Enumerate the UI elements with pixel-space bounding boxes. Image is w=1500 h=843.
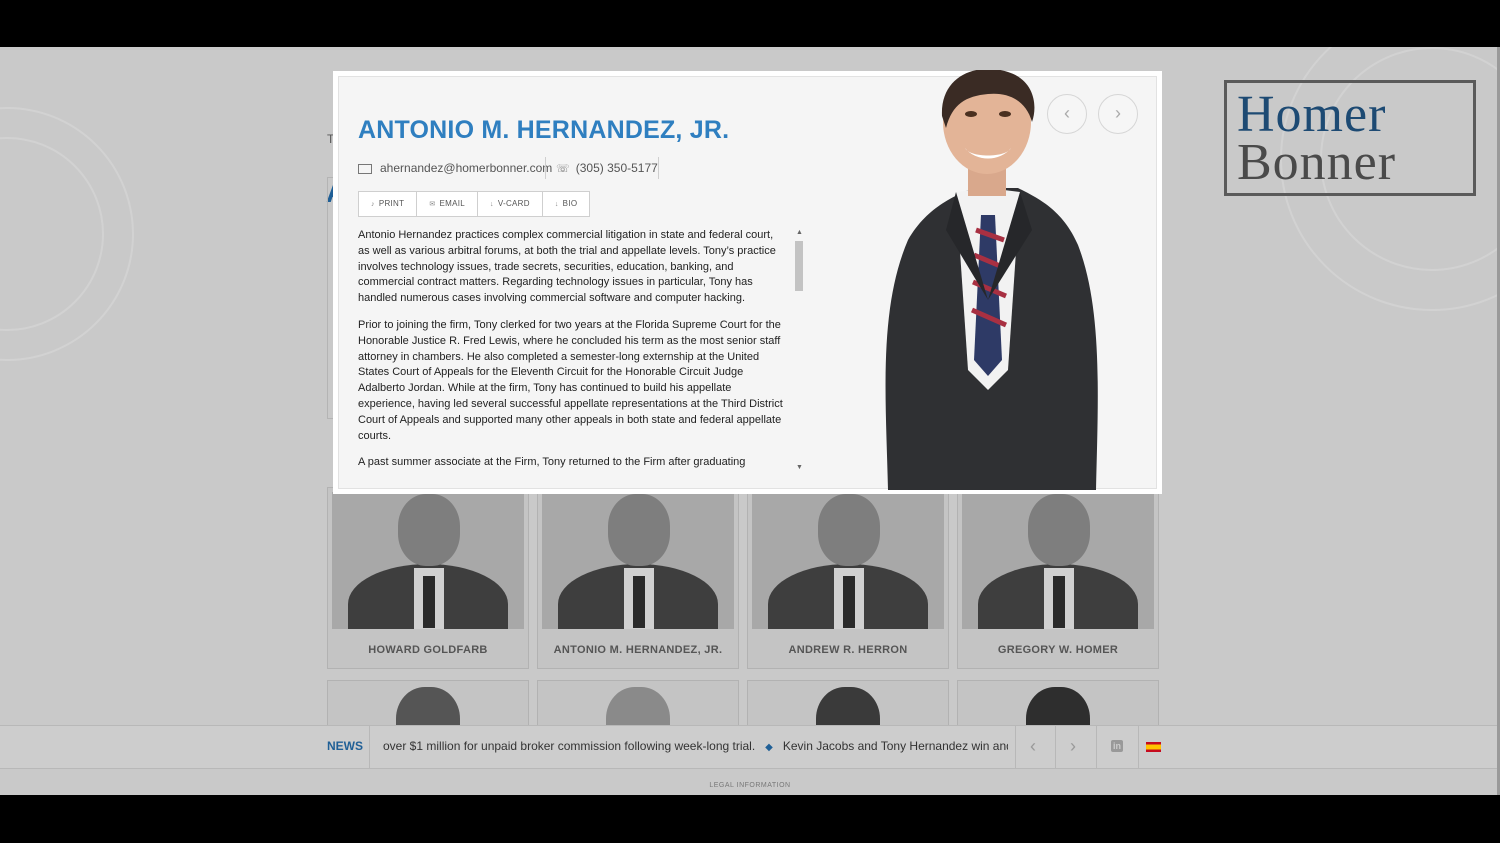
divider (1055, 726, 1056, 768)
logo-word-bonner: Bonner (1237, 134, 1397, 191)
attorney-name: GREGORY W. HOMER (997, 644, 1119, 656)
next-attorney-button[interactable]: › (1098, 94, 1138, 134)
attorney-photo (752, 492, 944, 629)
attorney-name: HOWARD GOLDFARB (368, 644, 488, 656)
email-address[interactable]: ahernandez@homerbonner.com (380, 161, 552, 175)
print-icon: ♪ (371, 201, 375, 208)
attorney-photo (542, 492, 734, 629)
news-label: NEWS (327, 739, 363, 753)
email-icon: ✉ (429, 201, 436, 208)
attorney-name: ANDREW R. HERRON (788, 644, 908, 656)
divider (658, 157, 659, 179)
news-items[interactable]: over $1 million for unpaid broker commis… (383, 739, 1008, 753)
bio-scrollbar[interactable]: ▲ ▼ (794, 229, 804, 471)
bio-paragraph: A past summer associate at the Firm, Ton… (358, 456, 746, 469)
attorney-name-title: ANTONIO M. HERNANDEZ, JR. (358, 116, 730, 144)
phone-number[interactable]: (305) 350-5177 (576, 161, 658, 175)
news-ticker: NEWS over $1 million for unpaid broker c… (0, 725, 1500, 769)
vcard-button[interactable]: ↓ V-CARD (478, 192, 543, 216)
prev-attorney-button[interactable]: ‹ (1047, 94, 1087, 134)
scroll-up-icon[interactable]: ▲ (796, 229, 803, 236)
legal-information-link[interactable]: LEGAL INFORMATION (0, 782, 1500, 789)
bio-paragraph: Prior to joining the firm, Tony clerked … (358, 318, 783, 442)
bio-label: BIO (562, 199, 578, 208)
phone-icon: ☏ (556, 163, 570, 175)
bio-icon: ↓ (554, 201, 559, 208)
email-button[interactable]: ✉ EMAIL (417, 192, 478, 216)
divider (545, 157, 546, 179)
attorney-photo (332, 492, 524, 629)
scroll-thumb[interactable] (795, 241, 803, 291)
vcard-label: V-CARD (497, 199, 530, 208)
divider (1138, 726, 1139, 768)
envelope-icon (358, 163, 372, 174)
chevron-left-icon[interactable]: ‹ (1030, 736, 1036, 757)
vcard-icon: ↓ (490, 201, 494, 208)
homer-bonner-logo[interactable]: Homer Bonner (1224, 80, 1476, 196)
bio-paragraph: Antonio Hernandez practices complex comm… (358, 229, 776, 305)
divider (369, 726, 370, 768)
action-toolbar: ♪ PRINT ✉ EMAIL ↓ V-CARD ↓ BIO (358, 191, 591, 217)
attorney-portrait (848, 70, 1128, 490)
diamond-icon: ◆ (765, 742, 773, 753)
news-item[interactable]: Kevin Jacobs and Tony Hernandez win and … (783, 739, 1008, 753)
bio-button[interactable]: ↓ BIO (543, 192, 590, 216)
attorney-name: ANTONIO M. HERNANDEZ, JR. (553, 644, 723, 656)
linkedin-icon[interactable]: in (1111, 740, 1123, 752)
print-button[interactable]: ♪ PRINT (359, 192, 418, 216)
attorney-card[interactable]: ANTONIO M. HERNANDEZ, JR. (537, 487, 739, 669)
attorney-card[interactable]: GREGORY W. HOMER (957, 487, 1159, 669)
divider (1015, 726, 1016, 768)
attorney-photo (962, 492, 1154, 629)
spain-flag-icon[interactable] (1146, 742, 1161, 752)
phone-contact[interactable]: ☏ (305) 350-5177 (556, 161, 658, 175)
print-label: PRINT (378, 199, 405, 208)
news-item[interactable]: over $1 million for unpaid broker commis… (383, 739, 755, 753)
chevron-left-icon: ‹ (1064, 103, 1070, 123)
bio-text[interactable]: Antonio Hernandez practices complex comm… (358, 228, 784, 470)
divider (1096, 726, 1097, 768)
attorney-card[interactable]: ANDREW R. HERRON (747, 487, 949, 669)
chevron-right-icon[interactable]: › (1070, 736, 1076, 757)
email-contact[interactable]: ahernandez@homerbonner.com (358, 161, 552, 175)
email-label: EMAIL (439, 199, 465, 208)
scroll-down-icon[interactable]: ▼ (796, 464, 803, 471)
attorney-card[interactable]: HOWARD GOLDFARB (327, 487, 529, 669)
chevron-right-icon: › (1115, 103, 1121, 123)
